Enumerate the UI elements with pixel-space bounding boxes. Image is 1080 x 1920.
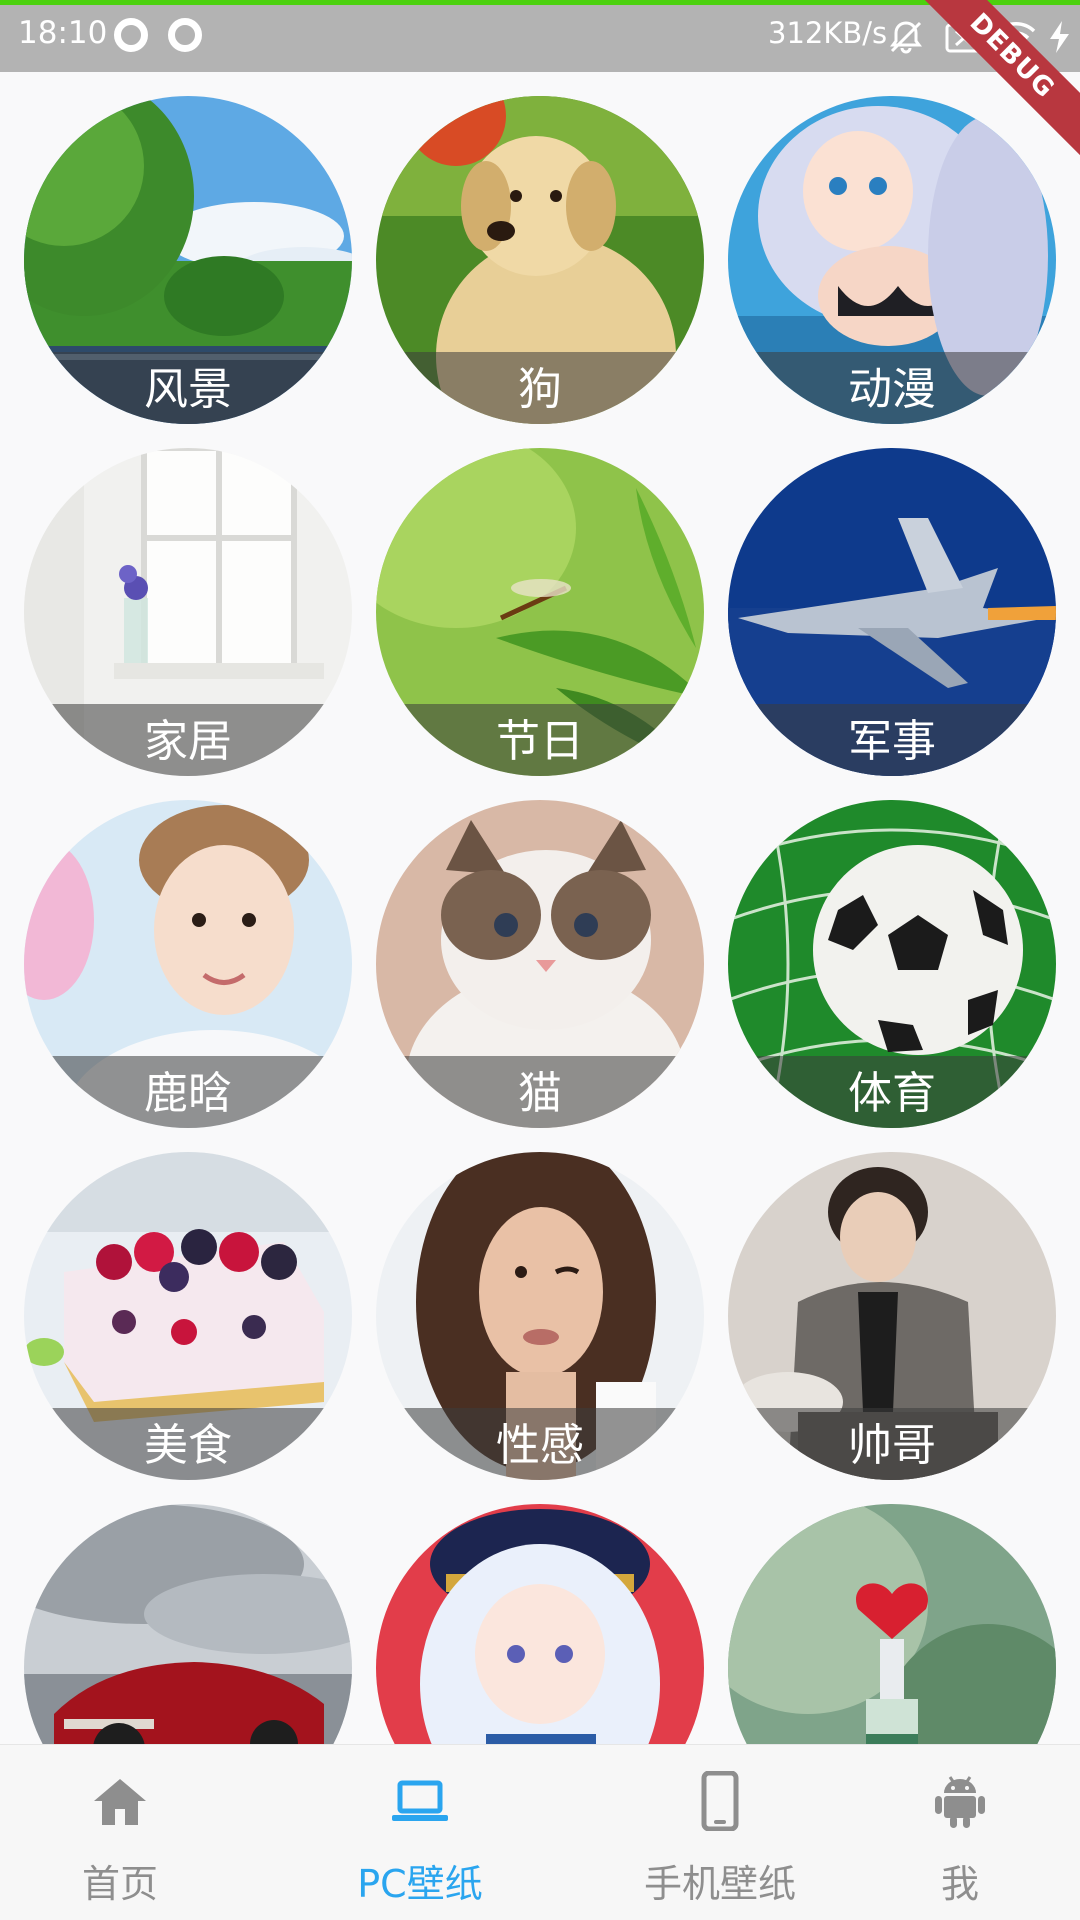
category-tile-home[interactable]: 家居 (24, 448, 352, 776)
category-label: 帅哥 (728, 1408, 1056, 1480)
mute-bell-icon (890, 21, 922, 54)
nav-item-home[interactable]: 首页 (0, 1745, 255, 1920)
category-tile-handsome[interactable]: 帅哥 (728, 1152, 1056, 1480)
status-time: 18:10 (18, 15, 108, 51)
nav-label-phone-wallpaper: 手机壁纸 (643, 1862, 796, 1906)
nav-label-home: 首页 (81, 1862, 158, 1906)
status-accent-line (0, 0, 1080, 5)
category-label: 军事 (728, 704, 1056, 776)
category-tile-car[interactable] (24, 1504, 352, 1744)
nav-item-phone-wallpaper[interactable]: 手机壁纸 (585, 1745, 855, 1920)
category-tile-cat[interactable]: 猫 (376, 800, 704, 1128)
category-label: 狗 (376, 352, 704, 424)
category-label: 猫 (376, 1056, 704, 1128)
category-tile-anime[interactable]: 动漫 (728, 96, 1056, 424)
nav-item-pc-wallpaper[interactable]: PC壁纸 (285, 1745, 555, 1920)
red-car-photo (24, 1504, 352, 1744)
category-tile-dog[interactable]: 狗 (376, 96, 704, 424)
ring-icon (168, 18, 202, 52)
category-tile-festival[interactable]: 节日 (376, 448, 704, 776)
category-tile-food[interactable]: 美食 (24, 1152, 352, 1480)
category-grid[interactable]: 风景 狗 动漫 家居 节日 军事 鹿晗 猫 体育 美食 性感 帅哥 (0, 72, 1080, 1744)
category-tile-love[interactable] (728, 1504, 1056, 1744)
nav-label-pc-wallpaper: PC壁纸 (357, 1862, 483, 1906)
category-tile-sexy[interactable]: 性感 (376, 1152, 704, 1480)
charging-icon (1050, 21, 1069, 53)
heart-bottle-photo (728, 1504, 1056, 1744)
category-label: 风景 (24, 352, 352, 424)
network-speed: 312KB/s (768, 16, 888, 50)
category-label: 美食 (24, 1408, 352, 1480)
category-tile-landscape[interactable]: 风景 (24, 96, 352, 424)
nav-label-me: 我 (940, 1862, 979, 1906)
phone-icon (701, 1771, 739, 1831)
category-tile-luhan[interactable]: 鹿晗 (24, 800, 352, 1128)
category-label: 节日 (376, 704, 704, 776)
category-tile-anime-2[interactable] (376, 1504, 704, 1744)
category-label: 体育 (728, 1056, 1056, 1128)
home-icon (94, 1779, 146, 1825)
category-tile-military[interactable]: 军事 (728, 448, 1056, 776)
bottom-navigation: 首页 PC壁纸 手机壁纸 我 (0, 1744, 1080, 1920)
category-label: 家居 (24, 704, 352, 776)
category-tile-sports[interactable]: 体育 (728, 800, 1056, 1128)
ring-icon (114, 18, 148, 52)
anime-captain-photo (376, 1504, 704, 1744)
nav-item-me[interactable]: 我 (825, 1745, 1080, 1920)
category-label: 性感 (376, 1408, 704, 1480)
android-icon (935, 1776, 985, 1828)
status-bar: 18:10 312KB/s (0, 0, 1080, 72)
laptop-icon (392, 1780, 448, 1821)
app-screen: 18:10 312KB/s DEBUG 风景 狗 动漫 家居 节日 军事 鹿晗 … (0, 0, 1080, 1920)
category-label: 鹿晗 (24, 1056, 352, 1128)
category-label: 动漫 (728, 352, 1056, 424)
